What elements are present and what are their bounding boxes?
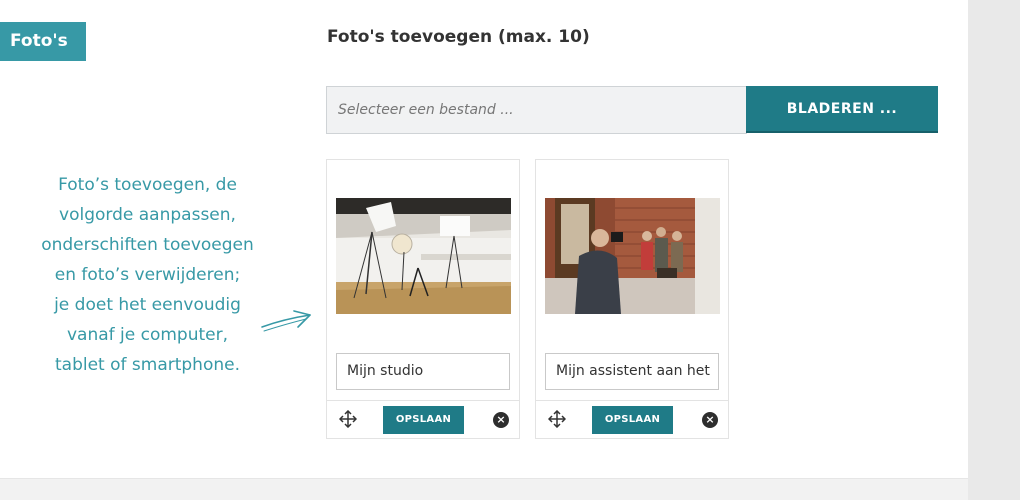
close-circle-icon[interactable]: × (493, 412, 509, 428)
photo-thumbnail (336, 198, 511, 314)
close-circle-icon[interactable]: × (702, 412, 718, 428)
help-line: Foto’s toevoegen, de (58, 175, 237, 195)
photo-card: Mijn studio OPSLAAN × (326, 159, 520, 439)
help-line: je doet het eenvoudig (54, 295, 241, 315)
hand-drawn-arrow-icon (261, 310, 311, 332)
help-line: onderschiften toevoegen (41, 235, 254, 255)
upload-heading: Foto's toevoegen (max. 10) (327, 27, 590, 47)
section-tag: Foto's (0, 22, 86, 61)
footer-strip (0, 478, 968, 500)
caption-input[interactable]: Mijn studio (336, 353, 510, 390)
help-line: tablet of smartphone. (54, 355, 240, 375)
card-footer: OPSLAAN × (536, 400, 728, 439)
photo-card: Mijn assistent aan het OPSLAAN × (535, 159, 729, 439)
save-button[interactable]: OPSLAAN (383, 406, 464, 434)
move-arrows-icon[interactable] (339, 410, 357, 428)
browse-button[interactable]: BLADEREN ... (746, 86, 938, 133)
help-text: Foto’s toevoegen, de volgorde aanpassen,… (20, 170, 275, 380)
file-input[interactable]: Selecteer een bestand ... (326, 86, 747, 134)
caption-input[interactable]: Mijn assistent aan het (545, 353, 719, 390)
page-background (968, 0, 1020, 500)
help-line: vanaf je computer, (66, 325, 229, 345)
help-line: en foto’s verwijderen; (54, 265, 241, 285)
help-line: volgorde aanpassen, (59, 205, 236, 225)
photo-thumbnail (545, 198, 720, 314)
move-arrows-icon[interactable] (548, 410, 566, 428)
card-footer: OPSLAAN × (327, 400, 519, 439)
save-button[interactable]: OPSLAAN (592, 406, 673, 434)
